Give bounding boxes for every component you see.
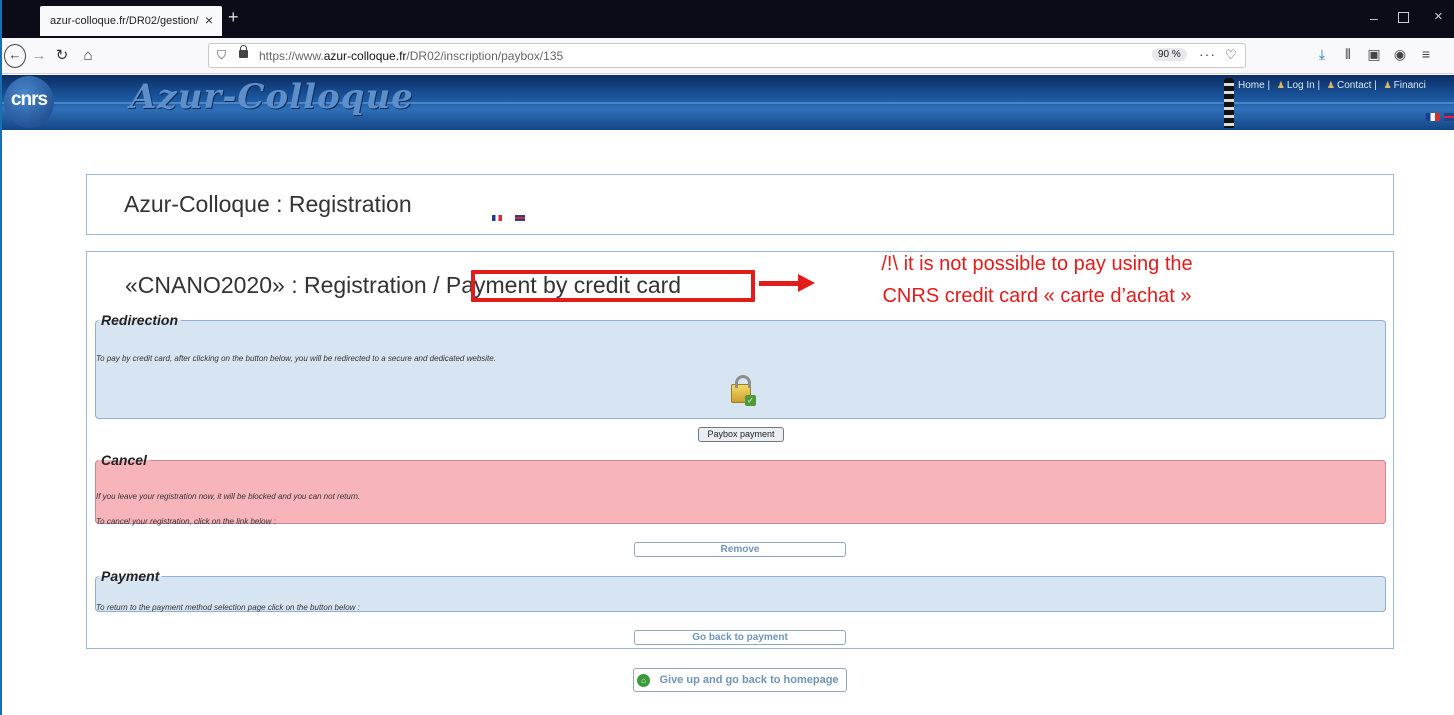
nav-login-link[interactable]: Log In <box>1287 80 1315 91</box>
site-title[interactable]: Azur-Colloque <box>130 77 414 117</box>
payment-section: Payment To return to the payment method … <box>95 568 1386 612</box>
cnrs-logo[interactable]: cnrs <box>4 76 54 128</box>
home-green-icon: ⌂ <box>637 674 650 687</box>
cancel-text-2: To cancel your registration, click on th… <box>96 517 276 526</box>
zoom-badge[interactable]: 90 % <box>1152 48 1187 61</box>
redirection-text: To pay by credit card, after clicking on… <box>96 354 496 363</box>
navigation-bar: ← → ↻ ⌂ ⛉ https://www.azur-colloque.fr/D… <box>2 38 1454 74</box>
page-actions-icon[interactable]: ··· <box>1199 46 1216 62</box>
payment-panel: «CNANO2020» : Registration / Payment by … <box>86 251 1394 649</box>
minimize-icon[interactable]: – <box>1370 10 1378 26</box>
tab-title: azur-colloque.fr/DR02/gestion/ <box>50 15 199 27</box>
nav-financial-link[interactable]: Financi <box>1394 80 1426 91</box>
home-icon[interactable]: ⌂ <box>78 44 98 68</box>
check-icon: ✓ <box>745 395 756 406</box>
payment-legend: Payment <box>101 568 160 584</box>
address-bar[interactable]: ⛉ https://www.azur-colloque.fr/DR02/insc… <box>208 43 1246 68</box>
tab-bar: azur-colloque.fr/DR02/gestion/ × + – × <box>2 0 1454 38</box>
cancel-text-1: If you leave your registration now, it w… <box>96 492 361 501</box>
forward-icon[interactable]: → <box>30 44 48 68</box>
registration-title: Azur-Colloque : Registration <box>124 191 412 217</box>
toolbar-right: ⤓ ⫴ ▣ ◉ ≡ <box>1309 46 1439 63</box>
give-up-button[interactable]: ⌂ Give up and go back to homepage <box>633 668 847 692</box>
url-prefix: https://www. <box>259 49 324 63</box>
maximize-icon[interactable] <box>1398 12 1409 23</box>
flag-uk-icon[interactable] <box>1444 113 1454 121</box>
annotation-line-1: /!\ it is not possible to pay using the <box>881 253 1193 275</box>
paybox-payment-button[interactable]: Paybox payment <box>698 427 784 442</box>
annotation-line-2: CNRS credit card « carte d’achat » <box>882 285 1192 307</box>
pocket-icon[interactable]: ♡ <box>1225 47 1237 63</box>
browser-window: azur-colloque.fr/DR02/gestion/ × + – × ←… <box>0 0 1454 715</box>
redirection-legend: Redirection <box>101 312 179 328</box>
nav-home-link[interactable]: Home <box>1238 80 1265 91</box>
site-header: cnrs Azur-Colloque Home | ♟ Log In | ♟ Con… <box>2 75 1454 130</box>
shield-icon[interactable]: ⛉ <box>217 48 226 63</box>
user-icon: ♟ <box>1276 80 1285 90</box>
back-icon[interactable]: ← <box>4 44 26 68</box>
download-icon[interactable]: ⤓ <box>1309 46 1335 63</box>
remove-button[interactable]: Remove <box>634 542 846 557</box>
lock-icon[interactable] <box>239 45 248 58</box>
account-icon[interactable]: ◉ <box>1387 46 1413 63</box>
new-tab-icon[interactable]: + <box>228 7 239 28</box>
menu-icon[interactable]: ≡ <box>1413 46 1439 62</box>
annotation-warning: /!\ it is not possible to pay using the … <box>827 248 1247 312</box>
url-path: /DR02/inscription/paybox/135 <box>406 49 564 63</box>
user-icon: ♟ <box>1383 80 1392 90</box>
window-close-icon[interactable]: × <box>1434 8 1443 25</box>
library-icon[interactable]: ⫴ <box>1335 46 1361 63</box>
url-text[interactable]: https://www.azur-colloque.fr/DR02/inscri… <box>259 49 563 63</box>
annotation-highlight-box <box>471 270 755 302</box>
nav-contact-link[interactable]: Contact <box>1337 80 1371 91</box>
tab-close-icon[interactable]: × <box>205 12 213 28</box>
top-nav: Home | ♟ Log In | ♟ Contact | ♟ Financi <box>1238 80 1426 91</box>
browser-tab[interactable]: azur-colloque.fr/DR02/gestion/ × <box>40 6 222 36</box>
payment-text: To return to the payment method selectio… <box>96 603 360 612</box>
language-flags <box>492 208 525 226</box>
back-to-payment-button[interactable]: Go back to payment <box>634 630 846 645</box>
url-domain: azur-colloque.fr <box>323 49 407 63</box>
registration-header-panel: Azur-Colloque : Registration <box>86 174 1394 235</box>
cancel-section: Cancel If you leave your registration no… <box>95 452 1386 526</box>
cancel-legend: Cancel <box>101 452 147 468</box>
lighthouse-icon <box>1224 78 1234 128</box>
flag-fr-icon[interactable] <box>1426 113 1440 121</box>
reload-icon[interactable]: ↻ <box>52 44 72 68</box>
annotation-arrow <box>759 274 815 292</box>
user-icon: ♟ <box>1326 80 1335 90</box>
give-up-label: Give up and go back to homepage <box>659 674 839 686</box>
padlock-icon: ✓ <box>731 375 756 406</box>
flag-fr-icon[interactable] <box>492 215 502 221</box>
flag-uk-icon[interactable] <box>515 215 525 221</box>
sidebar-icon[interactable]: ▣ <box>1361 46 1387 63</box>
redirection-section: Redirection To pay by credit card, after… <box>95 312 1386 419</box>
